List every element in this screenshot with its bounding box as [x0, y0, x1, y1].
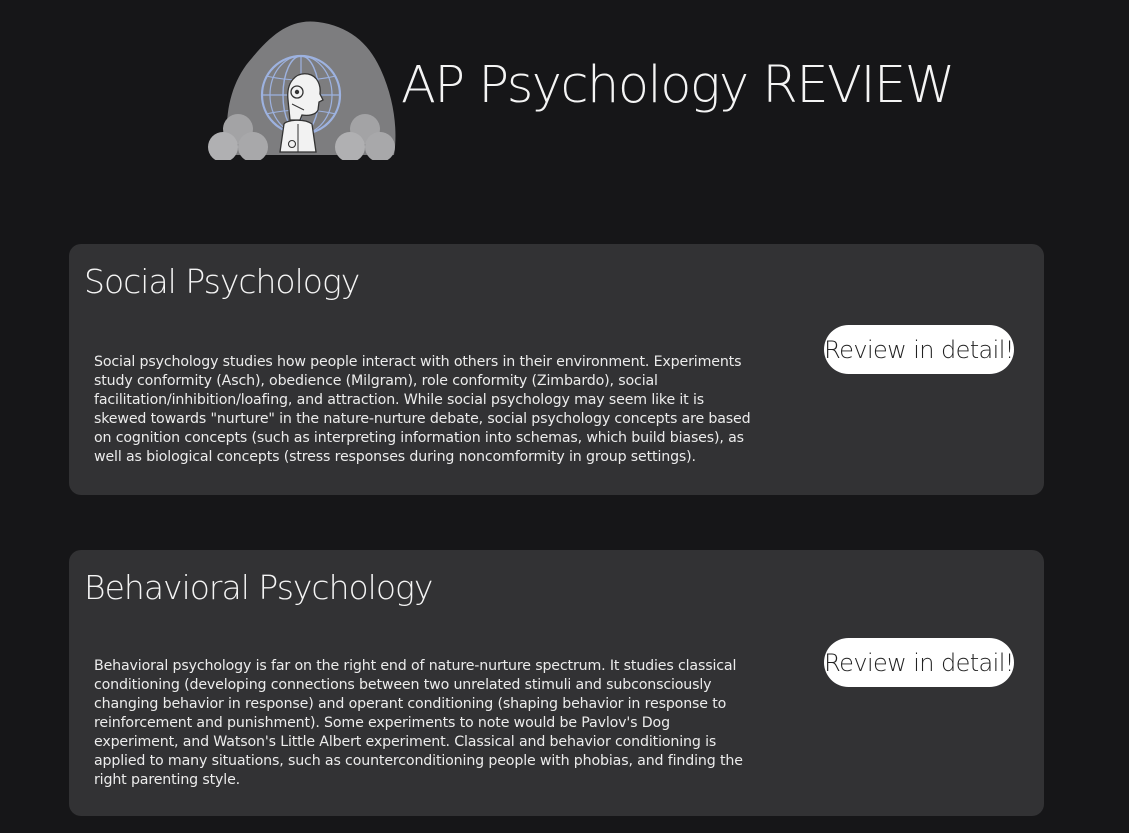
- site-header: AP Psychology REVIEW: [208, 20, 955, 162]
- section-card-social-psychology: Social Psychology Social psychology stud…: [69, 244, 1044, 495]
- section-description: Behavioral psychology is far on the righ…: [94, 658, 743, 788]
- robot-globe-cave-icon: [208, 20, 398, 162]
- section-title: Social Psychology: [84, 262, 360, 301]
- section-card-behavioral-psychology: Behavioral Psychology Behavioral psychol…: [69, 550, 1044, 816]
- section-title: Behavioral Psychology: [84, 568, 433, 607]
- page: AP Psychology REVIEW Social Psychology S…: [0, 0, 1129, 833]
- page-title: AP Psychology REVIEW: [401, 56, 955, 115]
- review-in-detail-button[interactable]: Review in detail!: [824, 638, 1014, 687]
- section-description: Social psychology studies how people int…: [94, 354, 751, 465]
- review-in-detail-button[interactable]: Review in detail!: [824, 325, 1014, 374]
